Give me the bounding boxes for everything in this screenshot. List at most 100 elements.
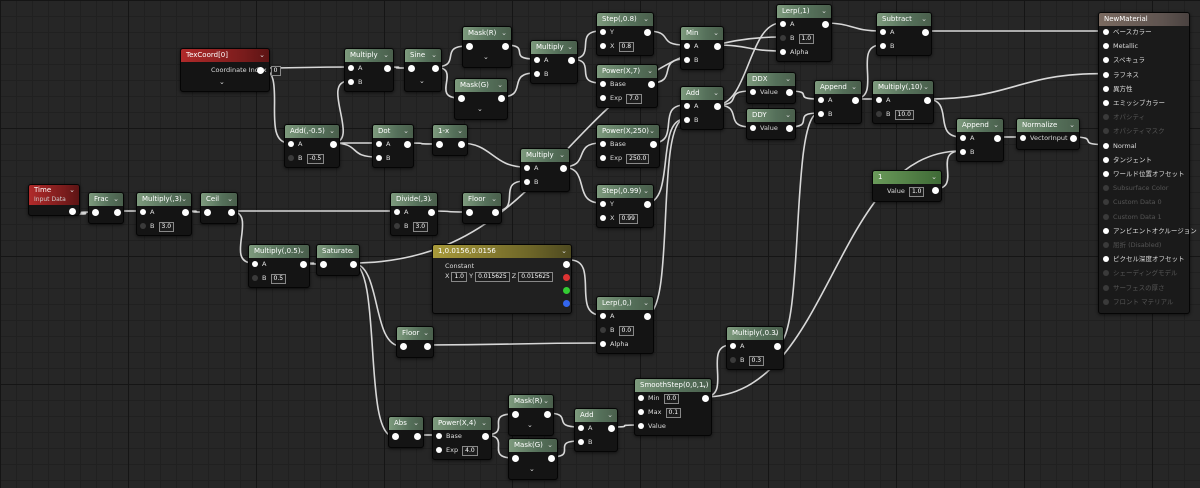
chevron-down-icon[interactable]: ⌄ xyxy=(701,379,707,392)
pin-dot[interactable] xyxy=(960,135,966,141)
pin-value[interactable]: 250.0 xyxy=(626,154,650,164)
pin-value[interactable]: 0.8 xyxy=(618,42,635,52)
node-multiply03[interactable]: Multiply(,0.3) ⌄ A B 0.3 xyxy=(726,326,784,370)
chevron-down-icon[interactable]: ⌄ xyxy=(483,53,489,61)
pin-dot[interactable] xyxy=(348,79,354,85)
output-pin[interactable] xyxy=(852,97,859,104)
pin-dot[interactable] xyxy=(1103,227,1109,234)
pin-dot[interactable] xyxy=(600,95,606,101)
input-pin-max[interactable]: Max 0.1 xyxy=(638,407,682,418)
input-pin-a[interactable]: A xyxy=(578,423,592,433)
input-pin-a[interactable]: A xyxy=(780,19,794,29)
pin-value[interactable]: 1.0 xyxy=(908,187,925,197)
chevron-down-icon[interactable]: ⌄ xyxy=(477,105,483,113)
chevron-down-icon[interactable]: ⌄ xyxy=(643,13,649,26)
input-pin-b[interactable]: B 3.0 xyxy=(394,221,429,232)
input-pin-x[interactable]: X 0.99 xyxy=(600,213,638,224)
chevron-down-icon[interactable]: ⌄ xyxy=(219,78,225,86)
node-power250[interactable]: Power(X,250) ⌄ Base Exp 250.0 xyxy=(596,124,660,168)
material-pin[interactable]: ワールド位置オフセット xyxy=(1103,169,1185,179)
output-pin[interactable] xyxy=(414,433,421,440)
input-pin[interactable] xyxy=(466,43,473,50)
input-pin-exp[interactable]: Exp 7.0 xyxy=(600,93,642,104)
pin-dot[interactable] xyxy=(1103,171,1109,177)
pin-dot[interactable] xyxy=(288,141,294,147)
input-pin-b[interactable]: B 10.0 xyxy=(876,109,914,120)
node-add05[interactable]: Add(,-0.5) ⌄ A B -0.5 xyxy=(284,124,340,168)
chevron-down-icon[interactable]: ⌄ xyxy=(785,73,791,86)
input-pin-b[interactable]: B 0.3 xyxy=(730,355,765,366)
pin-dot[interactable] xyxy=(960,149,966,155)
pin-dot[interactable] xyxy=(600,29,606,35)
chevron-down-icon[interactable]: ⌄ xyxy=(851,81,857,94)
input-pin-a[interactable]: A xyxy=(140,207,154,217)
node-ddx[interactable]: DDX ⌄ Value xyxy=(746,72,796,104)
chevron-down-icon[interactable]: ⌄ xyxy=(497,79,503,92)
node-frac[interactable]: Frac ⌄ xyxy=(88,192,124,224)
pin-value[interactable]: 0.3 xyxy=(748,356,765,366)
pin-dot[interactable] xyxy=(684,117,690,123)
pin-dot[interactable] xyxy=(684,43,690,49)
x-value[interactable]: 1.0 xyxy=(451,272,467,282)
pin-dot[interactable] xyxy=(818,111,824,117)
output-pin[interactable] xyxy=(922,29,929,36)
node-multiply-c[interactable]: Multiply ⌄ A B xyxy=(520,148,570,192)
node-multiply05[interactable]: Multiply(,0.5) ⌄ A B 0.5 xyxy=(248,244,310,288)
pin-dot[interactable] xyxy=(140,209,146,215)
node-lerp1[interactable]: Lerp(,1) ⌄ A B 1.0 Alpha xyxy=(776,4,832,62)
chevron-down-icon[interactable]: ⌄ xyxy=(349,245,355,258)
pin-dot[interactable] xyxy=(780,35,786,41)
pin-dot[interactable] xyxy=(818,97,824,103)
chevron-down-icon[interactable]: ⌄ xyxy=(383,49,389,62)
material-pin[interactable]: アンビエントオクルージョン xyxy=(1103,226,1197,236)
pin-dot[interactable] xyxy=(876,97,882,103)
node-const1[interactable]: 1 ⌄ Value 1.0 xyxy=(872,170,942,202)
input-pin[interactable] xyxy=(92,209,99,216)
chevron-down-icon[interactable]: ⌄ xyxy=(423,327,429,340)
input-pin-b[interactable]: B 0.0 xyxy=(600,325,635,336)
output-pin[interactable] xyxy=(563,261,570,268)
input-pin-y[interactable]: Y xyxy=(600,199,614,209)
pin-value[interactable]: 0.0 xyxy=(663,394,680,404)
pin-dot[interactable] xyxy=(600,81,606,87)
node-mask-g2[interactable]: Mask(G) ⌄ ⌄ xyxy=(508,438,558,480)
node-multiply10[interactable]: Multiply(,10) ⌄ A B 10.0 xyxy=(872,80,934,124)
coordinate-index-field[interactable]: Coordinate Index 0 xyxy=(211,65,281,76)
input-pin-b[interactable]: B xyxy=(684,55,698,65)
input-pin-a[interactable]: A xyxy=(818,95,832,105)
output-pin[interactable] xyxy=(714,43,721,50)
pin-dot[interactable] xyxy=(288,155,294,161)
pin-dot[interactable] xyxy=(534,57,540,63)
pin-dot[interactable] xyxy=(1103,156,1109,163)
input-pin-b[interactable]: B 0.5 xyxy=(252,273,287,284)
chevron-down-icon[interactable]: ⌄ xyxy=(527,421,533,429)
output-pin[interactable] xyxy=(492,209,499,216)
output-pin[interactable] xyxy=(786,89,793,96)
pin-dot[interactable] xyxy=(436,433,442,439)
input-pin-b[interactable]: B xyxy=(534,69,548,79)
output-pin[interactable] xyxy=(404,141,411,148)
input-pin-a[interactable]: A xyxy=(288,139,302,149)
output-pin[interactable] xyxy=(498,95,505,102)
chevron-down-icon[interactable]: ⌄ xyxy=(529,465,535,473)
constant-values[interactable]: X 1.0 Y 0.015625 Z 0.015625 xyxy=(445,271,553,282)
chevron-down-icon[interactable]: ⌄ xyxy=(69,185,75,196)
output-pin[interactable] xyxy=(994,135,1001,142)
input-pin-a[interactable]: A xyxy=(684,101,698,111)
pin-value[interactable]: -0.5 xyxy=(306,154,325,164)
pin-dot[interactable] xyxy=(436,447,442,453)
chevron-down-icon[interactable]: ⌄ xyxy=(921,13,927,26)
output-pin[interactable] xyxy=(702,395,709,402)
material-pin[interactable]: ベースカラー xyxy=(1103,27,1152,37)
pin-dot[interactable] xyxy=(880,29,886,35)
output-pin[interactable] xyxy=(182,209,189,216)
chevron-down-icon[interactable]: ⌄ xyxy=(649,125,655,138)
output-pin[interactable] xyxy=(69,208,76,215)
input-pin-y[interactable]: Y xyxy=(600,27,614,37)
input-pin[interactable] xyxy=(320,261,327,268)
pin-dot[interactable] xyxy=(600,141,606,147)
pin-dot[interactable] xyxy=(780,21,786,27)
output-pin[interactable] xyxy=(114,209,121,216)
chevron-down-icon[interactable]: ⌄ xyxy=(501,27,507,40)
pin-dot[interactable] xyxy=(578,439,584,445)
